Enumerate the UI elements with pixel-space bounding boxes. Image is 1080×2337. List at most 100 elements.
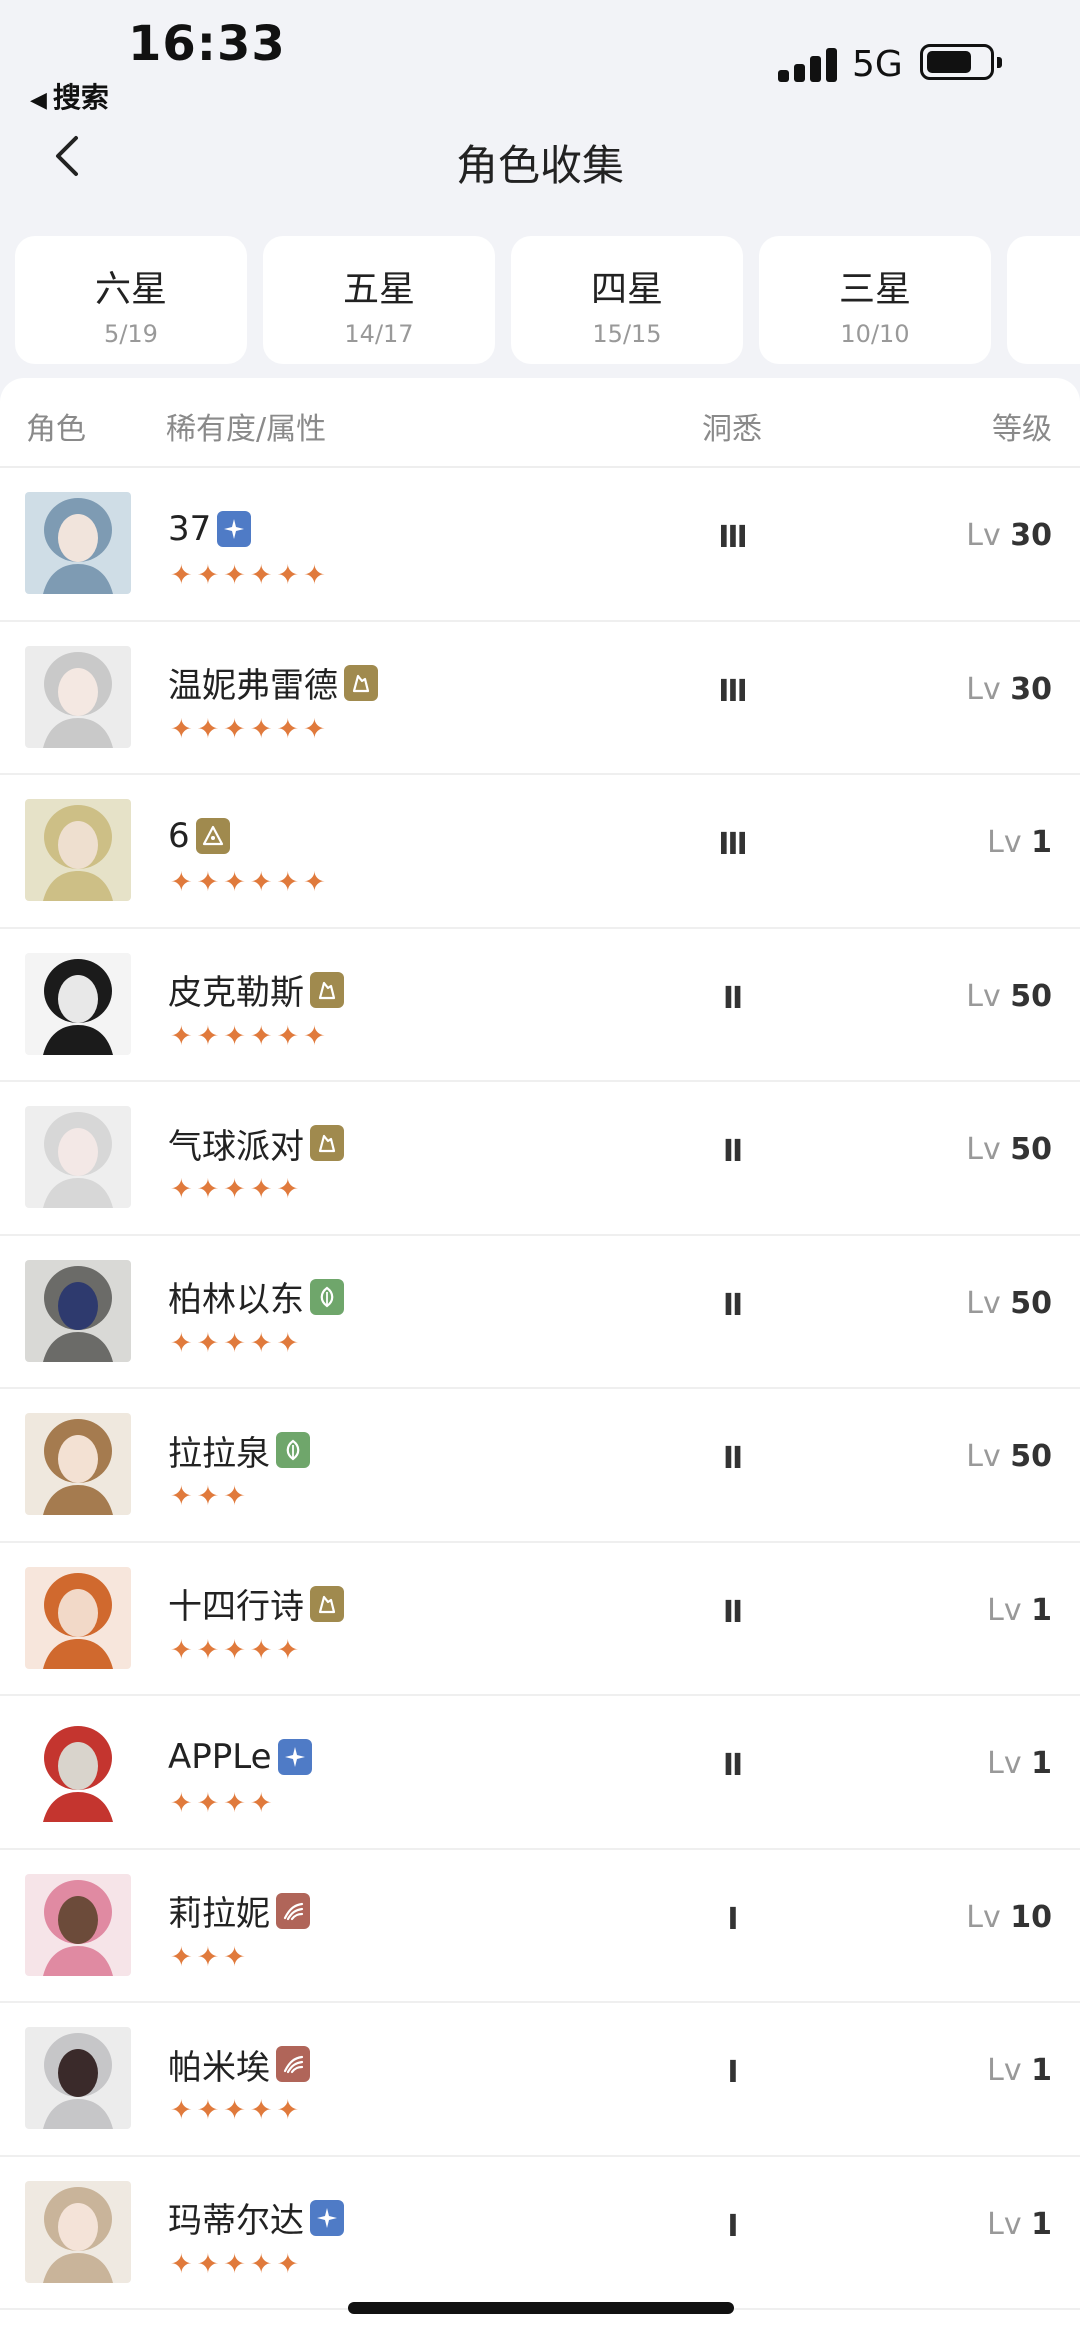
tab-three-star[interactable]: 三星 10/10 <box>759 236 991 364</box>
insight-level: II <box>722 1594 743 1630</box>
tab-count: 15/15 <box>592 320 662 348</box>
character-row[interactable]: 6 ✦✦✦✦✦✦ III Lv 1 <box>0 775 1080 929</box>
character-row[interactable]: 柏林以东 ✦✦✦✦✦ II Lv 50 <box>0 1236 1080 1389</box>
name-line: 十四行诗 <box>168 1583 344 1627</box>
level-number: 50 <box>1010 1439 1052 1474</box>
tab-next-partial[interactable] <box>1007 236 1080 364</box>
character-name: 6 <box>168 816 190 856</box>
status-time: 16:33 <box>128 16 286 72</box>
character-row[interactable]: 37 ✦✦✦✦✦✦ III Lv 30 <box>0 468 1080 622</box>
character-row[interactable]: 帕米埃 ✦✦✦✦✦ I Lv 1 <box>0 2003 1080 2157</box>
level-prefix: Lv <box>966 1439 1001 1474</box>
level-number: 50 <box>1010 1285 1052 1321</box>
character-level: Lv 50 <box>966 1286 1052 1321</box>
level-number: 1 <box>1031 2206 1052 2242</box>
insight-level: II <box>722 980 743 1016</box>
back-to-app-link[interactable]: ◀ 搜索 <box>30 76 109 116</box>
level-prefix: Lv <box>966 671 1001 707</box>
character-name: 柏林以东 <box>168 1280 304 1320</box>
character-avatar <box>25 1413 131 1515</box>
character-avatar <box>25 1566 131 1669</box>
level-number: 30 <box>1010 671 1052 707</box>
character-name: 莉拉妮 <box>168 1894 270 1934</box>
insight-level: II <box>722 1441 743 1476</box>
character-level: Lv 1 <box>987 2207 1052 2242</box>
rarity-tabs: 六星 5/19 五星 14/17 四星 15/15 三星 10/10 <box>15 236 1080 364</box>
tab-six-star[interactable]: 六星 5/19 <box>15 236 247 364</box>
tab-four-star[interactable]: 四星 15/15 <box>511 236 743 364</box>
attribute-mineral-icon <box>310 1585 344 1622</box>
level-number: 1 <box>1031 825 1052 860</box>
attribute-mineral-icon <box>344 664 378 701</box>
character-avatar <box>25 645 131 748</box>
level-prefix: Lv <box>966 1132 1001 1167</box>
tab-count: 14/17 <box>344 320 414 348</box>
name-line: 玛蒂尔达 <box>168 2197 344 2241</box>
character-avatar <box>25 952 131 1055</box>
attribute-mineral-icon <box>310 971 344 1008</box>
rarity-stars: ✦✦✦✦✦ <box>170 1174 304 1205</box>
character-name: 玛蒂尔达 <box>168 2201 304 2241</box>
attribute-beast-icon <box>276 1892 310 1929</box>
character-level: Lv 10 <box>966 1900 1052 1935</box>
attribute-star-icon <box>310 2199 344 2236</box>
insight-level: I <box>727 2208 738 2244</box>
tab-label: 六星 <box>94 269 167 310</box>
level-number: 1 <box>1031 1746 1052 1781</box>
character-level: Lv 1 <box>987 1746 1052 1781</box>
insight-level: II <box>722 1748 743 1783</box>
rarity-stars: ✦✦✦✦✦ <box>170 2248 304 2280</box>
name-line: 皮克勒斯 <box>168 969 344 1013</box>
character-name: 十四行诗 <box>168 1587 304 1627</box>
character-row[interactable]: 气球派对 ✦✦✦✦✦ II Lv 50 <box>0 1082 1080 1236</box>
rarity-stars: ✦✦✦ <box>170 1481 250 1512</box>
character-row[interactable]: 拉拉泉 ✦✦✦ II Lv 50 <box>0 1389 1080 1543</box>
character-list: 角色 稀有度/属性 洞悉 等级 37 ✦✦✦✦✦✦ III Lv 30 温妮弗雷德 ✦✦✦… <box>0 378 1080 2337</box>
level-prefix: Lv <box>987 1592 1022 1628</box>
character-avatar <box>25 1259 131 1362</box>
name-line: 柏林以东 <box>168 1276 344 1320</box>
character-avatar <box>25 2180 131 2283</box>
insight-level: II <box>722 1134 743 1169</box>
character-avatar <box>25 1873 131 1976</box>
level-number: 1 <box>1031 1592 1052 1628</box>
header-insight: 洞悉 <box>702 412 762 447</box>
insight-level: III <box>718 520 748 555</box>
attribute-beast-icon <box>276 2046 310 2082</box>
character-row[interactable]: 皮克勒斯 ✦✦✦✦✦✦ II Lv 50 <box>0 929 1080 1082</box>
attribute-pyramid-icon <box>195 818 230 854</box>
header-rarity: 稀有度/属性 <box>166 412 327 447</box>
character-row[interactable]: 玛蒂尔达 ✦✦✦✦✦ I Lv 1 <box>0 2157 1080 2310</box>
character-name: 拉拉泉 <box>168 1433 270 1474</box>
character-row[interactable]: 温妮弗雷德 ✦✦✦✦✦✦ III Lv 30 <box>0 622 1080 775</box>
level-prefix: Lv <box>987 1746 1022 1781</box>
rarity-stars: ✦✦✦ <box>170 1941 250 1973</box>
character-level: Lv 30 <box>966 518 1052 553</box>
rarity-stars: ✦✦✦✦✦ <box>170 2095 304 2126</box>
attribute-plant-icon <box>276 1432 310 1468</box>
back-app-label: 搜索 <box>52 81 109 114</box>
level-prefix: Lv <box>966 518 1001 553</box>
home-indicator[interactable] <box>348 2302 734 2314</box>
character-name: 帕米埃 <box>168 2047 270 2088</box>
character-row[interactable]: 莉拉妮 ✦✦✦ I Lv 10 <box>0 1850 1080 2003</box>
name-line: 拉拉泉 <box>168 1429 310 1474</box>
character-rows: 37 ✦✦✦✦✦✦ III Lv 30 温妮弗雷德 ✦✦✦✦✦✦ III Lv 30 6 ✦✦✦✦… <box>0 468 1080 2310</box>
rarity-stars: ✦✦✦✦ <box>170 1788 277 1819</box>
level-number: 30 <box>1010 518 1052 553</box>
name-line: APPLe <box>168 1736 312 1778</box>
header-role: 角色 <box>26 412 86 447</box>
character-row[interactable]: APPLe ✦✦✦✦ II Lv 1 <box>0 1696 1080 1850</box>
list-header: 角色 稀有度/属性 洞悉 等级 <box>0 378 1080 468</box>
rarity-stars: ✦✦✦✦✦✦ <box>170 713 330 745</box>
character-name: 温妮弗雷德 <box>168 666 338 706</box>
character-avatar <box>25 2027 131 2129</box>
character-avatar <box>25 799 131 901</box>
character-row[interactable]: 十四行诗 ✦✦✦✦✦ II Lv 1 <box>0 1543 1080 1696</box>
attribute-plant-icon <box>310 1278 344 1315</box>
tab-five-star[interactable]: 五星 14/17 <box>263 236 495 364</box>
character-level: Lv 50 <box>966 1132 1052 1167</box>
name-line: 莉拉妮 <box>168 1890 310 1934</box>
battery-icon <box>920 44 1002 80</box>
level-prefix: Lv <box>966 978 1001 1014</box>
